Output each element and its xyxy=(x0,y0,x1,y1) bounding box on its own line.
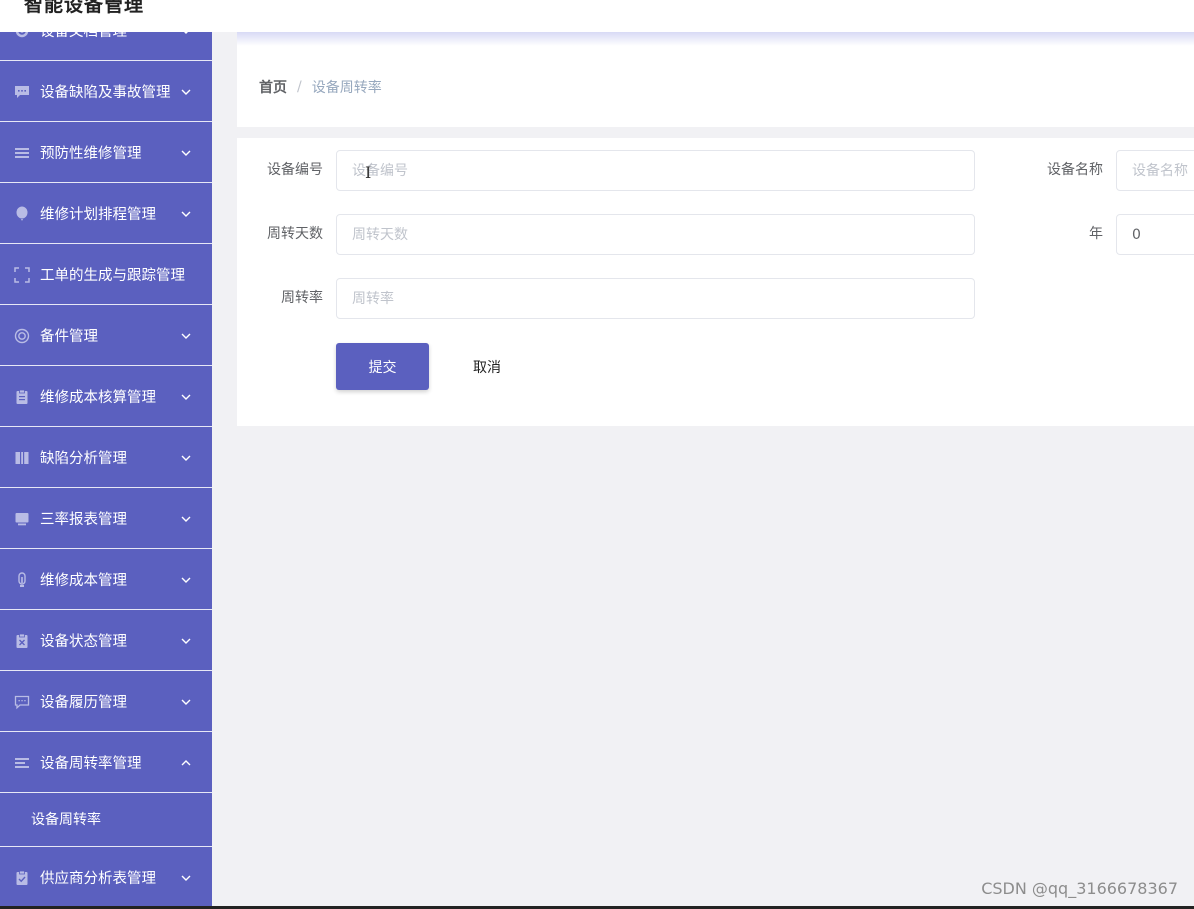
breadcrumb-card: 首页 / 设备周转率 xyxy=(237,32,1194,127)
sidebar-item-label: 缺陷分析管理 xyxy=(40,451,127,467)
notebook-icon xyxy=(14,450,30,466)
turnover-days-input[interactable] xyxy=(336,214,975,255)
sidebar-item-cost-accounting[interactable]: 维修成本核算管理 xyxy=(0,367,212,427)
watermark: CSDN @qq_3166678367 xyxy=(981,879,1178,898)
chevron-down-icon xyxy=(180,696,192,708)
sidebar-item-label: 三率报表管理 xyxy=(40,512,127,528)
settings-icon xyxy=(14,32,30,39)
sidebar-item-device-docs[interactable]: 设备文档管理 xyxy=(0,32,212,61)
year-label: 年 xyxy=(1089,226,1103,242)
clipboard-check-icon xyxy=(14,870,30,886)
sidebar-item-defects-accidents[interactable]: 设备缺陷及事故管理 xyxy=(0,62,212,122)
sidebar-item-work-orders[interactable]: 工单的生成与跟踪管理 xyxy=(0,245,212,305)
sidebar-item-preventive-maintenance[interactable]: 预防性维修管理 xyxy=(0,123,212,183)
chevron-down-icon xyxy=(180,574,192,586)
sidebar-item-label: 供应商分析表管理 xyxy=(40,871,156,887)
sidebar-item-supplier-analysis[interactable]: 供应商分析表管理 xyxy=(0,848,212,908)
sidebar-item-device-history[interactable]: 设备履历管理 xyxy=(0,672,212,732)
breadcrumb: 首页 / 设备周转率 xyxy=(259,77,382,97)
message-icon xyxy=(14,694,30,710)
device-code-input[interactable] xyxy=(336,150,975,191)
list-icon xyxy=(14,755,30,771)
header-shadow xyxy=(237,32,1194,46)
sidebar-item-turnover-rate[interactable]: 设备周转率管理 xyxy=(0,733,212,793)
sidebar-item-label: 设备缺陷及事故管理 xyxy=(40,85,171,101)
chat-bubble-icon xyxy=(14,84,30,100)
sidebar-subitem-label: 设备周转率 xyxy=(31,812,101,828)
breadcrumb-home-link[interactable]: 首页 xyxy=(259,77,287,97)
text-cursor-icon: I xyxy=(365,163,372,182)
sidebar-item-label: 维修成本管理 xyxy=(40,573,127,589)
sidebar-item-label: 工单的生成与跟踪管理 xyxy=(40,268,185,284)
clipboard-x-icon xyxy=(14,633,30,649)
sidebar-subitem-turnover-rate[interactable]: 设备周转率 xyxy=(0,792,212,847)
chevron-down-icon xyxy=(180,513,192,525)
year-input[interactable] xyxy=(1116,214,1194,255)
submit-button[interactable]: 提交 xyxy=(336,343,429,390)
fullscreen-icon xyxy=(14,266,30,283)
sidebar-item-label: 设备状态管理 xyxy=(40,634,127,650)
sidebar-item-maintenance-cost[interactable]: 维修成本管理 xyxy=(0,550,212,610)
chevron-down-icon xyxy=(180,872,192,884)
device-code-label: 设备编号 xyxy=(267,162,323,178)
sidebar-item-label: 设备履历管理 xyxy=(40,695,127,711)
sidebar-item-label: 维修计划排程管理 xyxy=(40,207,156,223)
turnover-days-label: 周转天数 xyxy=(267,226,323,242)
app-title: 智能设备管理 xyxy=(24,0,145,16)
sidebar-item-maintenance-schedule[interactable]: 维修计划排程管理 xyxy=(0,184,212,244)
clipboard-icon xyxy=(14,389,30,405)
chevron-down-icon xyxy=(180,147,192,159)
breadcrumb-current: 设备周转率 xyxy=(311,80,382,96)
sidebar-item-defect-analysis[interactable]: 缺陷分析管理 xyxy=(0,428,212,488)
monitor-icon xyxy=(14,511,30,527)
device-name-input[interactable] xyxy=(1116,150,1194,191)
sidebar-item-device-status[interactable]: 设备状态管理 xyxy=(0,611,212,671)
list-icon xyxy=(14,145,30,161)
turnover-rate-label: 周转率 xyxy=(281,290,323,306)
top-header: 智能设备管理 xyxy=(0,0,1194,32)
sidebar-item-label: 备件管理 xyxy=(40,329,98,345)
cancel-button[interactable]: 取消 xyxy=(452,343,522,390)
turnover-form: 设备编号 设备名称 周转天数 年 周转率 提交 取消 xyxy=(237,138,1194,426)
chevron-down-icon xyxy=(180,86,192,98)
chevron-down-icon xyxy=(180,32,192,37)
balloon-icon xyxy=(14,206,30,222)
sidebar-menu: 设备文档管理 设备缺陷及事故管理 预防性维修管理 维修计划排程管理 工单的生成与… xyxy=(0,32,212,909)
sidebar-item-label: 预防性维修管理 xyxy=(40,146,142,162)
sidebar-item-spare-parts[interactable]: 备件管理 xyxy=(0,306,212,366)
turnover-rate-input[interactable] xyxy=(336,278,975,319)
device-name-label: 设备名称 xyxy=(1047,162,1103,178)
chevron-down-icon xyxy=(180,330,192,342)
chevron-down-icon xyxy=(180,635,192,647)
chevron-down-icon xyxy=(180,391,192,403)
thermometer-icon xyxy=(14,571,30,588)
sidebar-item-label: 设备周转率管理 xyxy=(40,756,142,772)
chevron-down-icon xyxy=(180,208,192,220)
chevron-up-icon xyxy=(180,757,192,769)
chevron-down-icon xyxy=(180,452,192,464)
sidebar-item-label: 维修成本核算管理 xyxy=(40,390,156,406)
lifebuoy-icon xyxy=(14,328,30,344)
sidebar-item-three-rates-report[interactable]: 三率报表管理 xyxy=(0,489,212,549)
breadcrumb-separator: / xyxy=(297,79,302,95)
sidebar-item-label: 设备文档管理 xyxy=(40,32,127,40)
